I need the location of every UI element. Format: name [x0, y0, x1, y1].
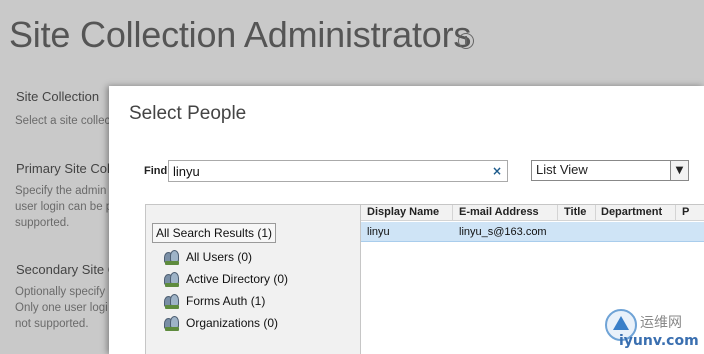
cell-email: linyu_s@163.com	[459, 226, 547, 238]
section-desc-secondary-2: Only one user logi	[15, 302, 108, 314]
clear-search-icon[interactable]: ×	[492, 164, 502, 178]
section-desc-secondary-1: Optionally specify	[15, 286, 106, 298]
info-icon[interactable]: i	[458, 33, 474, 49]
view-select-value: List View	[536, 162, 588, 177]
section-title-secondary-admin: Secondary Site C	[16, 262, 118, 277]
section-desc-primary-3: supported.	[15, 217, 70, 229]
users-icon	[164, 271, 180, 287]
section-desc-primary-2: user login can be p	[15, 201, 113, 213]
users-icon	[164, 315, 180, 331]
column-header-title[interactable]: Title	[564, 206, 586, 218]
chevron-down-icon[interactable]: ▼	[670, 161, 688, 180]
tree-item-all-users[interactable]: All Users (0)	[164, 248, 252, 266]
results-header: Display Name E-mail Address Title Depart…	[361, 205, 704, 221]
dialog-title: Select People	[129, 103, 247, 124]
section-title-primary-admin: Primary Site Colle	[16, 161, 121, 176]
watermark-text: 运维网	[640, 315, 682, 331]
find-input[interactable]	[168, 160, 508, 182]
tree-item-label: Active Directory (0)	[186, 272, 289, 286]
section-desc-secondary-3: not supported.	[15, 318, 89, 330]
column-header-department[interactable]: Department	[601, 206, 662, 218]
tree-item-label: All Users (0)	[186, 250, 253, 264]
tree-item-label: Organizations (0)	[186, 316, 279, 330]
page-title: Site Collection Administrators	[9, 14, 472, 55]
watermark-url: iyunv.com	[619, 333, 699, 349]
table-row[interactable]: linyu linyu_s@163.com	[361, 222, 704, 242]
section-title-site-collection: Site Collection	[16, 89, 100, 104]
column-header-display-name[interactable]: Display Name	[367, 206, 439, 218]
search-tree-panel: All Search Results (1) All Users (0) Act…	[145, 204, 361, 354]
users-icon	[164, 249, 180, 265]
tree-item-organizations[interactable]: Organizations (0)	[164, 314, 278, 332]
view-select[interactable]: List View ▼	[531, 160, 689, 181]
column-header-phone[interactable]: P	[682, 206, 689, 218]
section-desc-primary-1: Specify the admin	[15, 185, 107, 197]
tree-item-label: Forms Auth (1)	[186, 294, 266, 308]
tree-item-forms-auth[interactable]: Forms Auth (1)	[164, 292, 265, 310]
cell-display-name: linyu	[367, 226, 390, 238]
tree-item-active-directory[interactable]: Active Directory (0)	[164, 270, 288, 288]
find-label: Find	[144, 165, 168, 177]
users-icon	[164, 293, 180, 309]
column-header-email[interactable]: E-mail Address	[459, 206, 539, 218]
section-desc-site-collection: Select a site collec	[15, 115, 111, 127]
tree-root-all-results[interactable]: All Search Results (1)	[152, 223, 277, 243]
